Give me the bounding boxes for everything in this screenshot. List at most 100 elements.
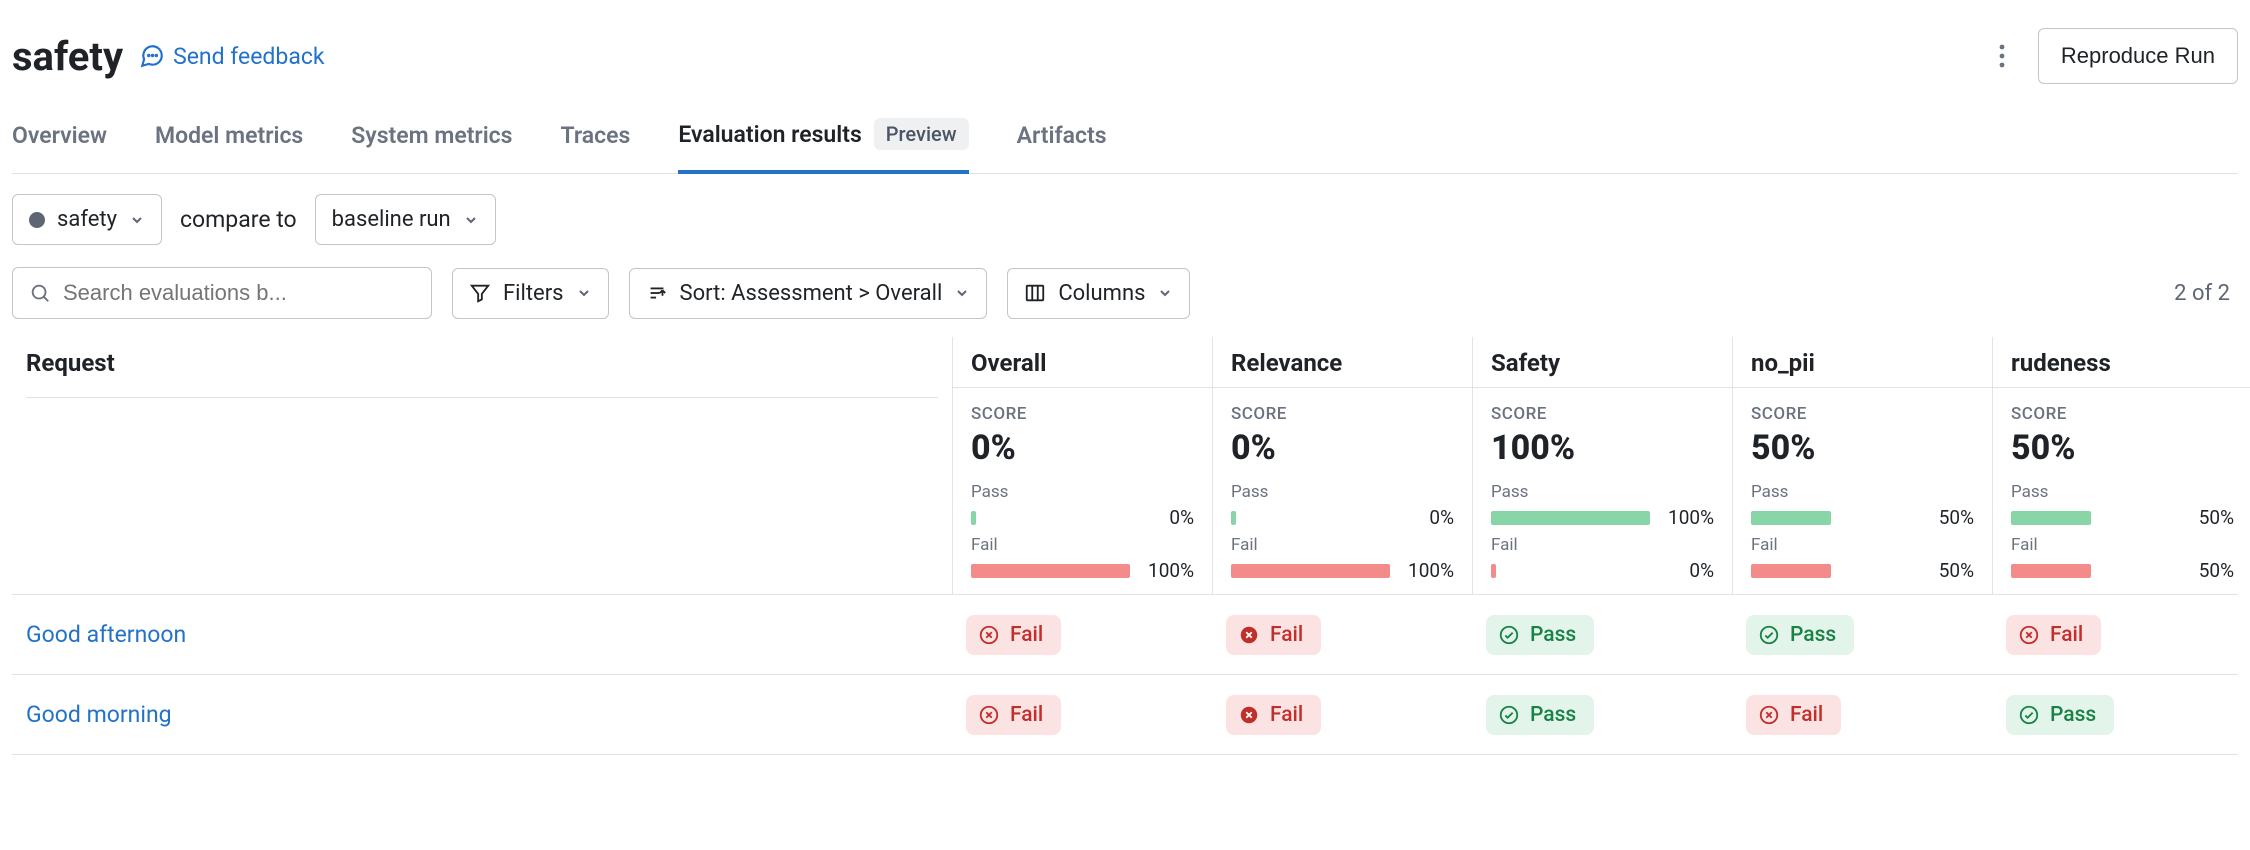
score-value: 50% [1751,428,1974,468]
fail-percent: 50% [1918,559,1974,582]
request-header-label: Request [26,349,938,398]
metric-cell: Fail [952,597,1212,673]
result-pill-fail: Fail [1746,695,1841,735]
pass-bar-row: Pass 50% [2011,482,2234,529]
tab-model-metrics[interactable]: Model metrics [155,108,303,173]
result-pill-fail: Fail [966,695,1061,735]
filters-dropdown[interactable]: Filters [452,268,609,319]
pass-bar-row: Pass 100% [1491,482,1714,529]
metric-column-header: no_pii SCORE 50% Pass 50% Fail 50% [1732,337,1992,594]
chevron-down-icon [463,212,479,228]
fail-percent: 50% [2178,559,2234,582]
table-row: Good afternoon Fail Fail Pass Pass Fail [12,595,2238,675]
metric-name: Relevance [1231,349,1454,387]
chevron-down-icon [954,285,970,301]
pass-label: Pass [1751,482,1974,502]
score-label: SCORE [1231,404,1454,424]
chat-icon [139,43,165,69]
check-circle-icon [1758,624,1780,646]
tab-label: Artifacts [1017,122,1107,149]
metric-column-header: Overall SCORE 0% Pass 0% Fail 100% [952,337,1212,594]
result-pill-fail: Fail [966,615,1061,655]
kebab-icon [1999,44,2005,68]
pass-bar-row: Pass 50% [1751,482,1974,529]
result-pill-fail: Fail [1226,615,1321,655]
result-text: Fail [1270,623,1303,647]
x-circle-icon [978,624,1000,646]
current-run-dropdown[interactable]: safety [12,194,162,245]
result-pill-pass: Pass [1486,695,1594,735]
metric-name: Safety [1491,349,1714,387]
score-value: 0% [1231,428,1454,468]
compare-controls: safety compare to baseline run [12,174,2238,257]
tab-artifacts[interactable]: Artifacts [1017,108,1107,173]
send-feedback-label: Send feedback [173,43,324,70]
tab-label: Overview [12,122,107,149]
evaluation-table: Request Overall SCORE 0% Pass 0% Fail 10… [12,337,2238,755]
check-circle-icon [2018,704,2040,726]
columns-label: Columns [1058,281,1145,306]
pass-percent: 100% [1658,506,1714,529]
fail-percent: 100% [1398,559,1454,582]
metric-cell: Fail [1732,677,1992,753]
result-count: 2 of 2 [2174,281,2238,306]
baseline-run-dropdown[interactable]: baseline run [315,194,496,245]
metric-cell: Fail [1992,597,2250,673]
metric-cell: Pass [1472,677,1732,753]
result-text: Pass [1530,623,1576,647]
tab-evaluation-results[interactable]: Evaluation resultsPreview [678,108,968,174]
more-menu-button[interactable] [1978,32,2026,80]
fail-label: Fail [971,535,1194,555]
table-row: Good morning Fail Fail Pass Fail Pass [12,675,2238,755]
result-text: Fail [1270,703,1303,727]
result-text: Fail [1790,703,1823,727]
result-pill-fail: Fail [2006,615,2101,655]
check-circle-icon [1498,704,1520,726]
metric-cell: Pass [1732,597,1992,673]
filters-label: Filters [503,281,564,306]
result-text: Pass [1790,623,1836,647]
sort-dropdown[interactable]: Sort: Assessment > Overall [629,268,988,319]
chevron-down-icon [1157,285,1173,301]
send-feedback-link[interactable]: Send feedback [139,43,324,70]
request-link[interactable]: Good morning [26,701,172,728]
result-pill-pass: Pass [1746,615,1854,655]
fail-label: Fail [2011,535,2234,555]
score-value: 50% [2011,428,2234,468]
columns-dropdown[interactable]: Columns [1007,268,1190,319]
search-input-wrapper[interactable] [12,267,432,319]
sort-icon [646,282,668,304]
column-headers: Request Overall SCORE 0% Pass 0% Fail 10… [12,337,2238,595]
tab-overview[interactable]: Overview [12,108,107,173]
pass-bar-row: Pass 0% [1231,482,1454,529]
metric-column-header: Safety SCORE 100% Pass 100% Fail 0% [1472,337,1732,594]
tab-label: System metrics [351,122,512,149]
tab-label: Model metrics [155,122,303,149]
request-link[interactable]: Good afternoon [26,621,186,648]
tab-label: Traces [561,122,631,149]
tab-system-metrics[interactable]: System metrics [351,108,512,173]
tab-traces[interactable]: Traces [561,108,631,173]
fail-label: Fail [1751,535,1974,555]
request-column-header: Request [12,337,952,594]
page-header: safety Send feedback Reproduce Run [12,0,2238,108]
pass-percent: 0% [1138,506,1194,529]
search-input[interactable] [63,280,415,306]
result-text: Fail [1010,703,1043,727]
metric-cell: Pass [1472,597,1732,673]
chevron-down-icon [129,212,145,228]
pass-label: Pass [1231,482,1454,502]
result-text: Pass [2050,703,2096,727]
x-circle-solid-icon [1238,624,1260,646]
pass-label: Pass [2011,482,2234,502]
x-circle-icon [1758,704,1780,726]
reproduce-run-button[interactable]: Reproduce Run [2038,28,2238,84]
pass-bar-row: Pass 0% [971,482,1194,529]
baseline-run-label: baseline run [332,207,451,232]
fail-label: Fail [1491,535,1714,555]
metric-cell: Fail [1212,677,1472,753]
score-value: 100% [1491,428,1714,468]
tabs: Overview Model metrics System metrics Trace… [12,108,2238,174]
columns-icon [1024,282,1046,304]
pass-percent: 50% [2178,506,2234,529]
